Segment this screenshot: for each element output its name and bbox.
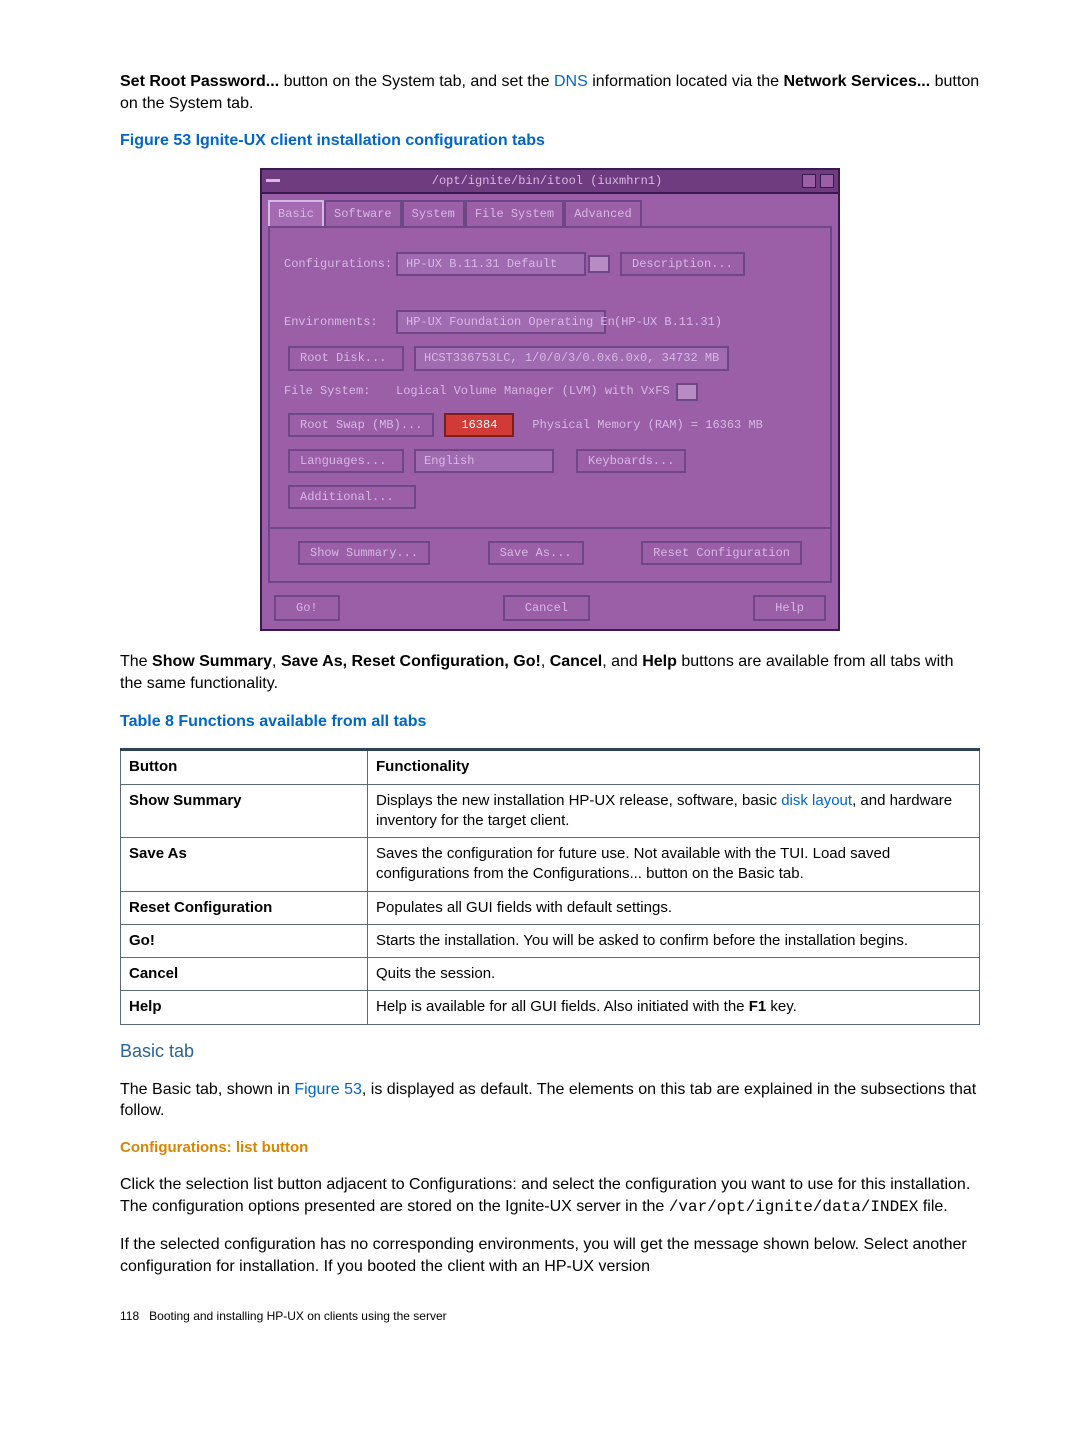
reset-configuration-button[interactable]: Reset Configuration — [641, 541, 802, 565]
tab-software[interactable]: Software — [324, 200, 402, 226]
tab-system[interactable]: System — [402, 200, 465, 226]
file-system-dropdown-icon[interactable] — [676, 383, 698, 401]
page-footer: 118 Booting and installing HP-UX on clie… — [120, 1308, 980, 1324]
table-row: Go! Starts the installation. You will be… — [121, 924, 980, 957]
figure-53-caption: Figure 53 Ignite-UX client installation … — [120, 130, 980, 152]
ignite-ux-screenshot: /opt/ignite/bin/itool (iuxmhrn1) Basic S… — [260, 168, 840, 632]
intro-paragraph: Set Root Password... button on the Syste… — [120, 71, 980, 114]
tab-strip: Basic Software System File System Advanc… — [268, 200, 832, 226]
window-max-icon[interactable] — [820, 174, 834, 188]
footer-chapter-title: Booting and installing HP-UX on clients … — [149, 1309, 447, 1323]
window-min-icon[interactable] — [802, 174, 816, 188]
root-disk-button[interactable]: Root Disk... — [288, 346, 404, 370]
set-root-password-label: Set Root Password... — [120, 73, 279, 90]
environments-note: (HP-UX B.11.31) — [614, 314, 722, 330]
after-figure-paragraph: The Show Summary, Save As, Reset Configu… — [120, 651, 980, 694]
keyboards-button[interactable]: Keyboards... — [576, 449, 686, 473]
table-8-header-button: Button — [121, 750, 368, 784]
basic-tab-paragraph: The Basic tab, shown in Figure 53, is di… — [120, 1079, 980, 1122]
cancel-button[interactable]: Cancel — [503, 595, 590, 621]
physical-memory-label: Physical Memory (RAM) = 16363 MB — [532, 417, 762, 433]
root-swap-value[interactable]: 16384 — [444, 413, 514, 437]
save-as-button[interactable]: Save As... — [488, 541, 584, 565]
separator — [270, 527, 830, 529]
dns-link[interactable]: DNS — [554, 73, 588, 90]
table-row: Show Summary Displays the new installati… — [121, 784, 980, 838]
show-summary-button[interactable]: Show Summary... — [298, 541, 430, 565]
configurations-paragraph-1: Click the selection list button adjacent… — [120, 1174, 980, 1218]
root-swap-button[interactable]: Root Swap (MB)... — [288, 413, 434, 437]
environments-value[interactable]: HP-UX Foundation Operating En — [396, 310, 606, 334]
configurations-dropdown-icon[interactable] — [588, 255, 610, 273]
file-system-value: Logical Volume Manager (LVM) with VxFS — [396, 383, 670, 399]
file-system-label: File System: — [284, 383, 396, 399]
configurations-list-button-heading: Configurations: list button — [120, 1138, 980, 1158]
disk-layout-link[interactable]: disk layout — [781, 792, 852, 809]
table-8: Button Functionality Show Summary Displa… — [120, 748, 980, 1024]
tab-file-system[interactable]: File System — [465, 200, 564, 226]
help-button[interactable]: Help — [753, 595, 826, 621]
index-path-code: /var/opt/ignite/data/INDEX — [669, 1198, 919, 1216]
basic-tab-pane: Configurations: HP-UX B.11.31 Default De… — [268, 226, 832, 583]
configurations-label: Configurations: — [284, 256, 396, 272]
additional-button[interactable]: Additional... — [288, 485, 416, 509]
tab-advanced[interactable]: Advanced — [564, 200, 642, 226]
table-row: Cancel Quits the session. — [121, 958, 980, 991]
root-disk-value: HCST336753LC, 1/0/0/3/0.0x6.0x0, 34732 M… — [414, 346, 729, 370]
languages-value: English — [414, 449, 554, 473]
go-button[interactable]: Go! — [274, 595, 340, 621]
languages-button[interactable]: Languages... — [288, 449, 404, 473]
table-8-caption: Table 8 Functions available from all tab… — [120, 711, 980, 733]
configurations-value[interactable]: HP-UX B.11.31 Default — [396, 252, 586, 276]
configurations-paragraph-2: If the selected configuration has no cor… — [120, 1234, 980, 1277]
dialog-bottom-bar: Go! Cancel Help — [262, 591, 838, 629]
window-title: /opt/ignite/bin/itool (iuxmhrn1) — [292, 173, 802, 189]
network-services-label: Network Services... — [783, 73, 930, 90]
table-row: Reset Configuration Populates all GUI fi… — [121, 891, 980, 924]
window-titlebar: /opt/ignite/bin/itool (iuxmhrn1) — [262, 170, 838, 194]
environments-label: Environments: — [284, 314, 396, 330]
window-menu-icon[interactable] — [266, 179, 280, 182]
figure-53-link[interactable]: Figure 53 — [294, 1081, 362, 1098]
tab-basic[interactable]: Basic — [268, 200, 324, 226]
basic-tab-heading: Basic tab — [120, 1039, 980, 1063]
page-number: 118 — [120, 1309, 139, 1323]
table-8-header-functionality: Functionality — [368, 750, 980, 784]
table-row: Save As Saves the configuration for futu… — [121, 838, 980, 892]
description-button[interactable]: Description... — [620, 252, 745, 276]
table-row: Help Help is available for all GUI field… — [121, 991, 980, 1024]
